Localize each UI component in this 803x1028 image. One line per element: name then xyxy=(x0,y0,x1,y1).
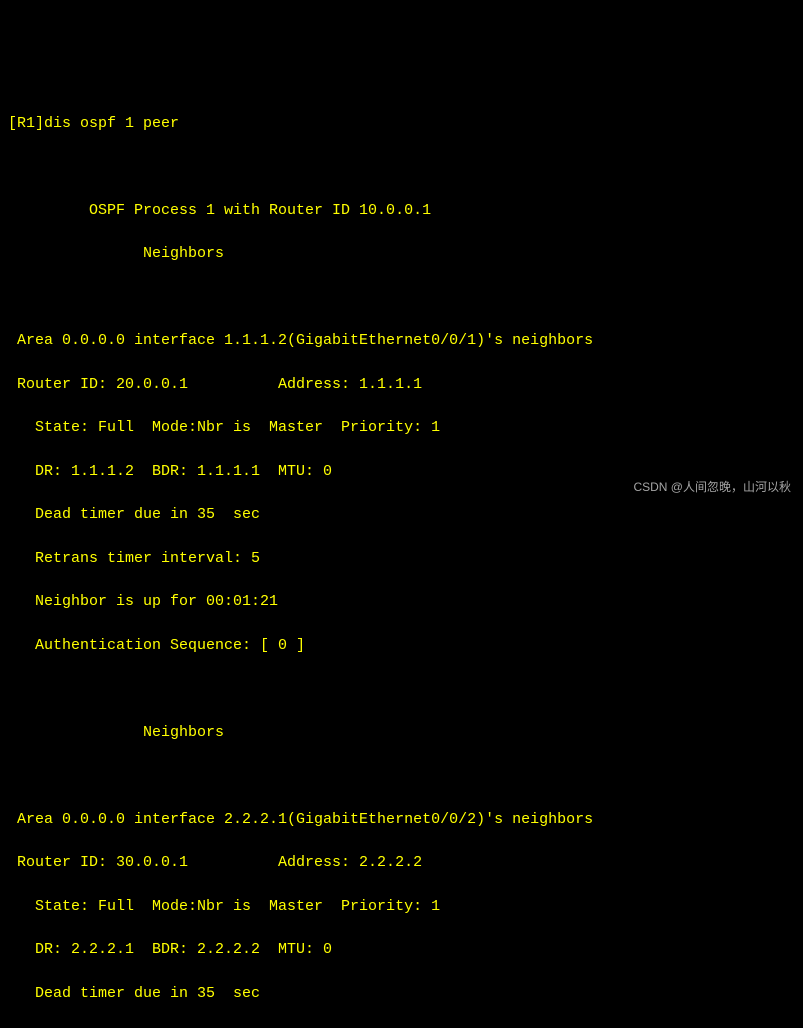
blank-line xyxy=(8,765,795,787)
router-id-line: Router ID: 30.0.0.1 Address: 2.2.2.2 xyxy=(8,852,795,874)
blank-line xyxy=(8,156,795,178)
router-id-line: Router ID: 20.0.0.1 Address: 1.1.1.1 xyxy=(8,374,795,396)
dr-bdr-line: DR: 2.2.2.1 BDR: 2.2.2.2 MTU: 0 xyxy=(8,939,795,961)
dead-timer-line: Dead timer due in 35 sec xyxy=(8,983,795,1005)
area-interface-line: Area 0.0.0.0 interface 2.2.2.1(GigabitEt… xyxy=(8,809,795,831)
retrans-line: Retrans timer interval: 5 xyxy=(8,1026,795,1028)
command-prompt: [R1]dis ospf 1 peer xyxy=(8,113,795,135)
blank-line xyxy=(8,678,795,700)
dead-timer-line: Dead timer due in 35 sec xyxy=(8,504,795,526)
blank-line xyxy=(8,287,795,309)
neighbors-heading: Neighbors xyxy=(8,243,795,265)
watermark-text: CSDN @人间忽晚，山河以秋 xyxy=(633,479,791,496)
retrans-line: Retrans timer interval: 5 xyxy=(8,548,795,570)
neighbors-heading: Neighbors xyxy=(8,722,795,744)
ospf-header: OSPF Process 1 with Router ID 10.0.0.1 xyxy=(8,200,795,222)
terminal-output[interactable]: [R1]dis ospf 1 peer OSPF Process 1 with … xyxy=(8,91,795,1028)
auth-line: Authentication Sequence: [ 0 ] xyxy=(8,635,795,657)
state-line: State: Full Mode:Nbr is Master Priority:… xyxy=(8,896,795,918)
uptime-line: Neighbor is up for 00:01:21 xyxy=(8,591,795,613)
state-line: State: Full Mode:Nbr is Master Priority:… xyxy=(8,417,795,439)
area-interface-line: Area 0.0.0.0 interface 1.1.1.2(GigabitEt… xyxy=(8,330,795,352)
